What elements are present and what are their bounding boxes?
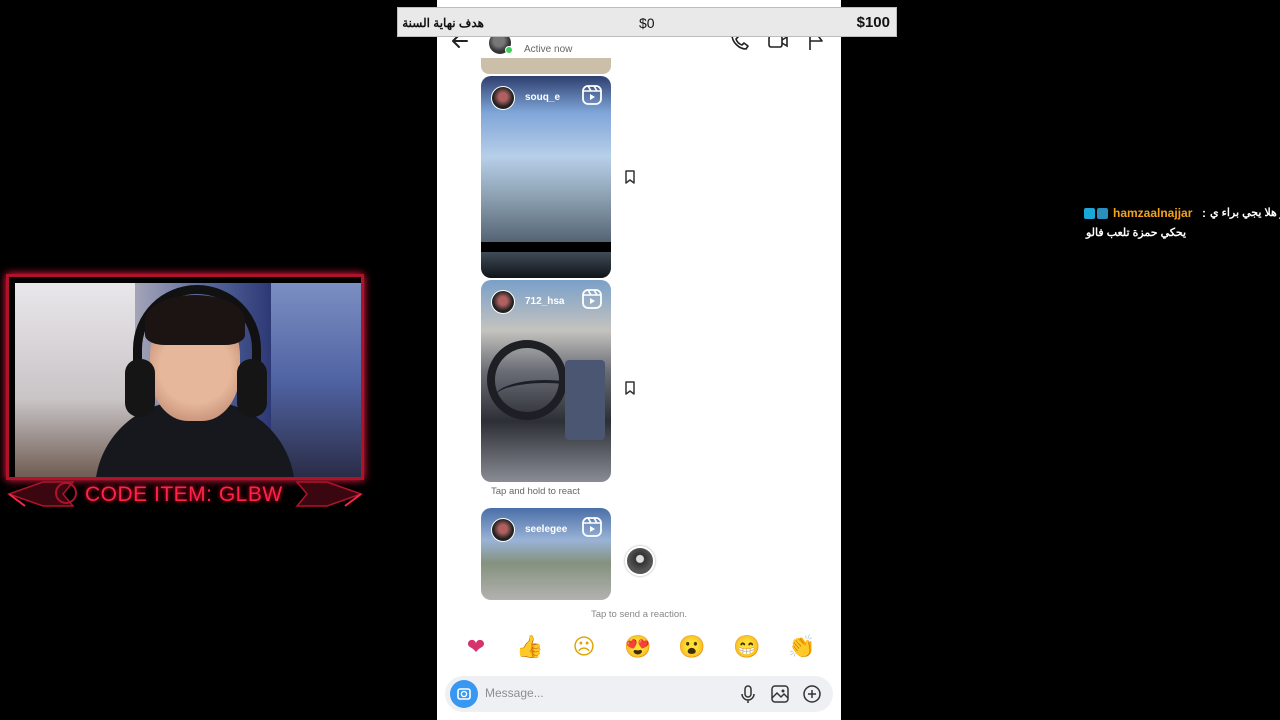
reaction-sad[interactable]: ☹ [569,632,599,662]
goal-target-amount: $100 [856,14,890,31]
gallery-icon[interactable] [769,683,791,705]
reel-caption-bar [481,242,611,252]
reel-author-avatar [491,290,515,314]
reel-username: seelegee [525,524,568,535]
reaction-thumbs-up[interactable]: 👍 [515,632,545,662]
car-screen [565,360,605,440]
reel-message[interactable]: 712_hsa [481,280,611,482]
reels-icon [581,516,603,538]
code-item-banner: CODE ITEM: GLBW [3,476,367,510]
reel-author-avatar [491,86,515,110]
reaction-laugh[interactable]: 😁 [732,632,762,662]
active-status: Active now [524,44,573,55]
webcam-border [6,274,364,480]
save-bookmark-icon[interactable] [621,168,639,186]
brand-emblem-icon [55,482,77,504]
reaction-bar: ❤ 👍 ☹ 😍 😮 😁 👏 [437,632,841,666]
code-item-text: CODE ITEM: GLBW [85,483,283,506]
chat-message: hamzaalnajjar : و هلا يجي براء ي [1084,206,1280,224]
reel-author-avatar [491,518,515,542]
chat-badge-icon [1097,208,1108,219]
chat-separator: : [1202,206,1206,220]
reels-icon [581,288,603,310]
goal-title: هدف نهاية السنة [402,16,484,30]
reaction-surprised[interactable]: 😮 [677,632,707,662]
chat-username: hamzaalnajjar [1113,206,1193,220]
reel-message[interactable]: souq_e [481,76,611,278]
add-circle-icon[interactable] [801,683,823,705]
reaction-heart[interactable]: ❤ [461,632,491,662]
webcam-video [15,283,361,477]
streamer-hair [145,295,245,345]
chat-message-text: و هلا يجي براء ي [1210,207,1280,219]
instagram-dm-screen: Active now souq_e 712_hsa Tap and hold t… [437,0,841,720]
tap-send-hint: Tap to send a reaction. [590,609,688,620]
headphone-left [125,359,155,417]
message-composer: Message... [445,676,833,712]
reaction-clap[interactable]: 👏 [787,632,817,662]
message-input[interactable]: Message... [485,686,544,700]
goal-current-amount: $0 [639,15,655,31]
reel-username: souq_e [525,92,561,103]
chat-message-text-continued: يحكي حمزة تلعب فالو [1086,227,1187,239]
save-bookmark-icon[interactable] [621,379,639,397]
microphone-icon[interactable] [737,683,759,705]
headphone-right [237,359,267,417]
online-status-dot [505,46,513,54]
previous-reel-edge [481,58,611,74]
webcam-overlay: CODE ITEM: GLBW [3,274,367,514]
tap-hold-hint: Tap and hold to react [491,486,580,497]
chat-badge-icon [1084,208,1095,219]
seen-by-avatar [625,546,655,576]
reels-icon [581,84,603,106]
camera-icon[interactable] [450,680,478,708]
reel-message[interactable]: seelegee [481,508,611,600]
reel-username: 712_hsa [525,296,565,307]
donation-goal-bar: هدف نهاية السنة $0 $100 [397,7,897,37]
reaction-heart-eyes[interactable]: 😍 [623,632,653,662]
